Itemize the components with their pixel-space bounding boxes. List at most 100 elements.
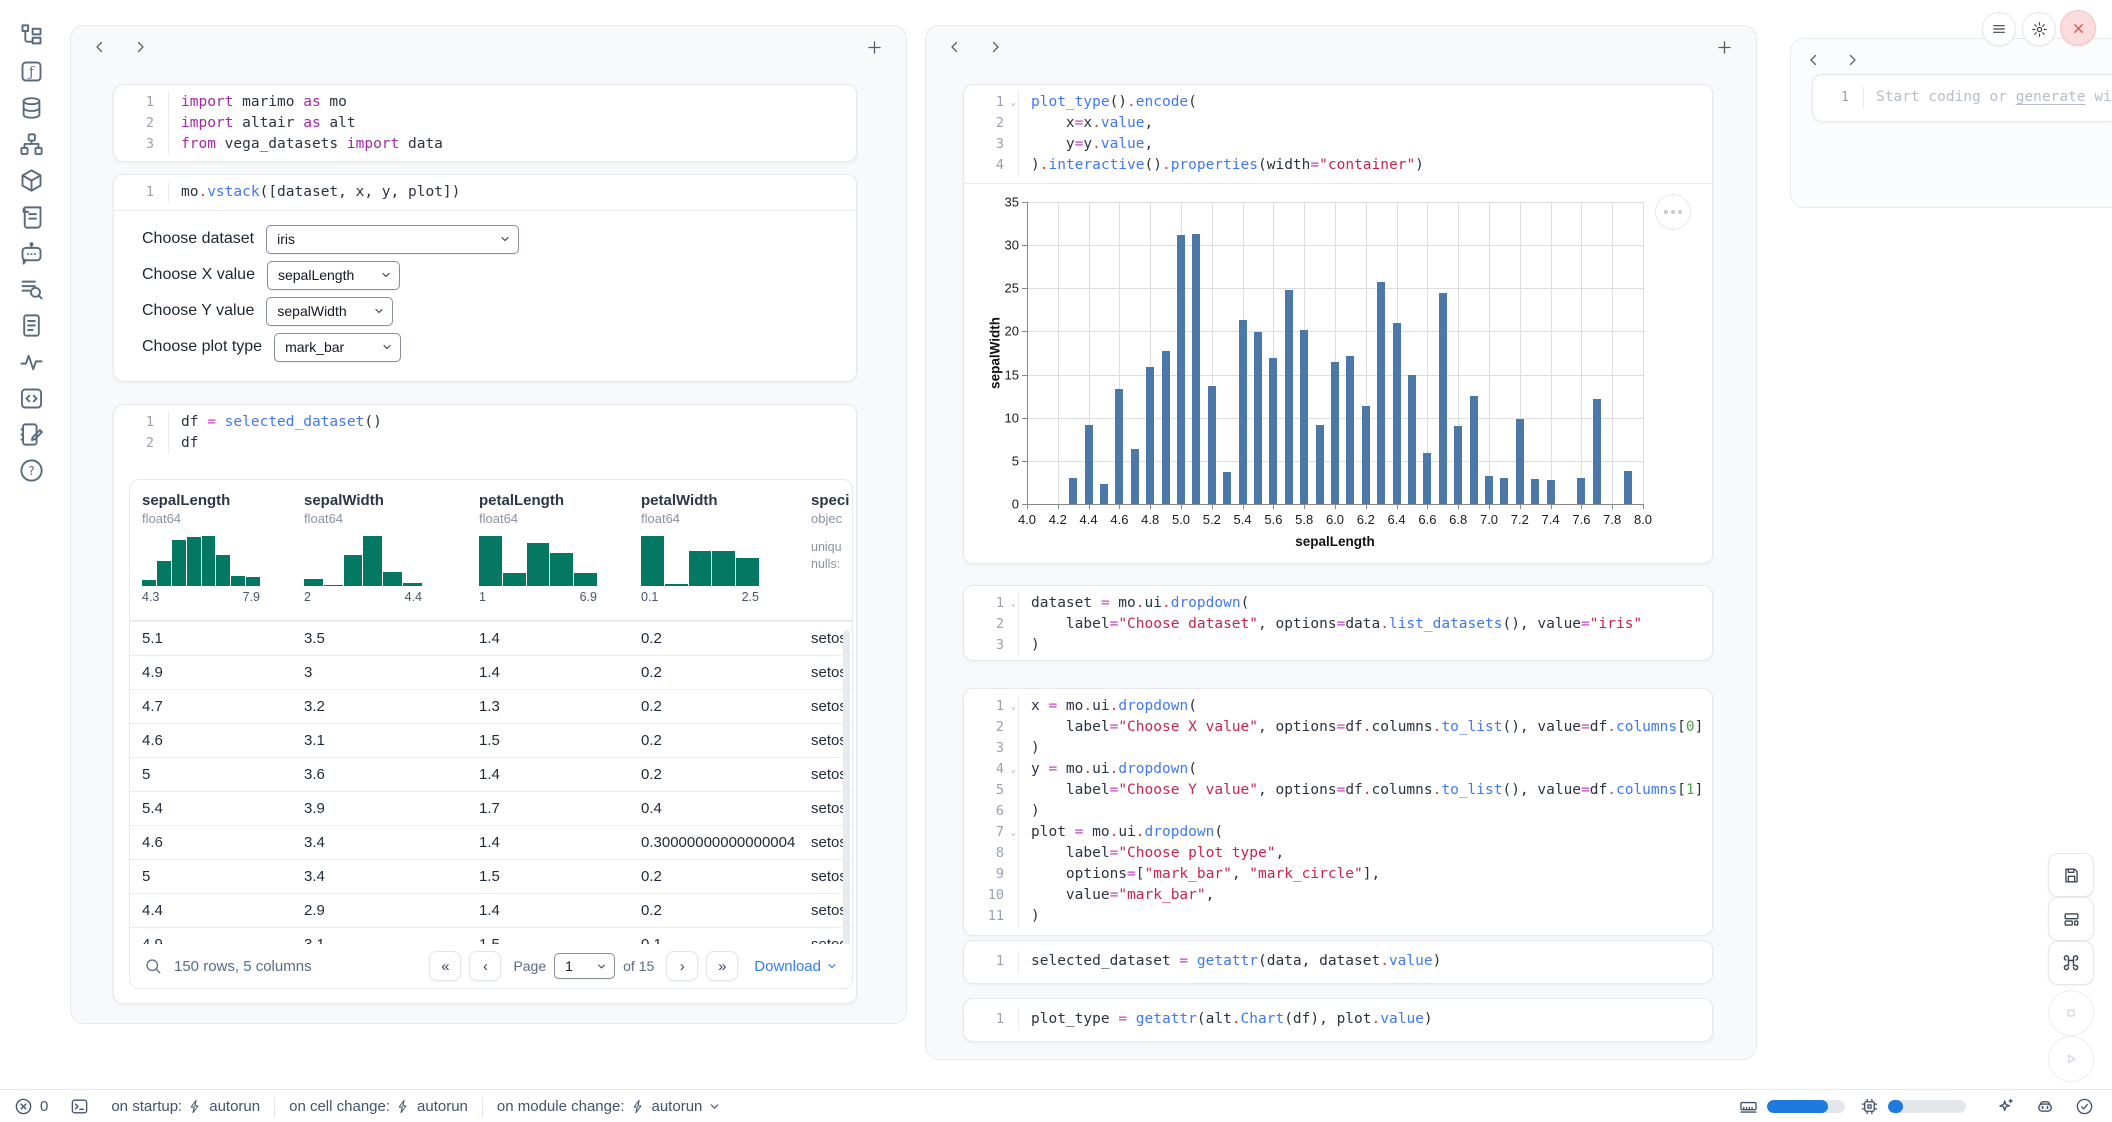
fold-chevron-icon[interactable]: ⌄ [1011, 760, 1016, 781]
chart-bar[interactable] [1516, 419, 1524, 504]
code-line[interactable]: 2 label="Choose dataset", options=data.l… [964, 614, 1712, 635]
panel-prev-icon[interactable] [1805, 51, 1823, 69]
chat-bot-icon[interactable] [18, 240, 45, 267]
code-line[interactable]: 3from vega_datasets import data [114, 134, 856, 155]
table-row[interactable]: 4.42.91.40.2setos [130, 893, 852, 927]
chart-bar[interactable] [1331, 362, 1339, 504]
close-icon[interactable] [2060, 10, 2096, 46]
code-line[interactable]: 1plot_type = getattr(alt.Chart(df), plot… [964, 1009, 1712, 1030]
chart-bar[interactable] [1146, 367, 1154, 504]
first-page-button[interactable]: « [429, 951, 461, 981]
code-line[interactable]: 2 label="Choose X value", options=df.col… [964, 717, 1712, 738]
table-row[interactable]: 4.63.41.40.30000000000000004setos [130, 825, 852, 859]
chart-bar[interactable] [1100, 484, 1108, 504]
connection-status-icon[interactable] [2075, 1097, 2094, 1116]
file-tree-icon[interactable] [18, 22, 45, 49]
code-line[interactable]: 9 options=["mark_bar", "mark_circle"], [964, 864, 1712, 885]
scratchpad-icon[interactable] [18, 421, 45, 448]
code-line[interactable]: 3 y=y.value, [964, 134, 1712, 155]
code-line[interactable]: 3) [964, 635, 1712, 656]
dropdown-select-sepalLength[interactable]: sepalLength [267, 261, 400, 290]
chart-bar[interactable] [1085, 425, 1093, 504]
function-icon[interactable]: ƒ [18, 58, 45, 85]
code-line[interactable]: 1import marimo as mo [114, 92, 856, 113]
chart-bar[interactable] [1239, 320, 1247, 504]
autorun-setting-1[interactable]: on startup:autorun [111, 1098, 260, 1115]
column-header[interactable]: speciobjecuniqunulls: [799, 480, 850, 620]
copilot-icon[interactable] [2035, 1097, 2055, 1117]
fold-chevron-icon[interactable]: ⌄ [1011, 697, 1016, 718]
code-line[interactable]: 1mo.vstack([dataset, x, y, plot]) [114, 182, 856, 203]
database-icon[interactable] [18, 95, 45, 122]
document-icon[interactable] [18, 312, 45, 339]
settings-gear-icon[interactable] [2022, 12, 2056, 46]
code-line[interactable]: 1⌄x = mo.ui.dropdown( [964, 696, 1712, 717]
chart-bar[interactable] [1408, 375, 1416, 504]
code-line[interactable]: 1⌄dataset = mo.ui.dropdown( [964, 593, 1712, 614]
scratchpad-cell[interactable]: 1 Start coding or generate with [1812, 74, 2112, 122]
stop-icon[interactable] [2048, 990, 2094, 1036]
chart-bar[interactable] [1454, 426, 1462, 504]
chart-bar[interactable] [1423, 453, 1431, 504]
cell-dataset-dropdown[interactable]: 1⌄dataset = mo.ui.dropdown(2 label="Choo… [963, 585, 1713, 661]
errors-indicator[interactable]: 0 [14, 1097, 48, 1116]
code-line[interactable]: 1⌄plot_type().encode( [964, 92, 1712, 113]
page-select[interactable]: 1 [554, 953, 615, 979]
run-icon[interactable] [2048, 1036, 2094, 1082]
download-button[interactable]: Download [754, 958, 838, 975]
autorun-setting-2[interactable]: on cell change:autorun [289, 1098, 468, 1115]
chart-bar[interactable] [1547, 480, 1555, 504]
table-row[interactable]: 53.61.40.2setos [130, 757, 852, 791]
chart-bar[interactable] [1162, 351, 1170, 504]
dropdown-select-sepalWidth[interactable]: sepalWidth [266, 297, 393, 326]
table-scrollbar[interactable] [843, 630, 850, 960]
chart-bar[interactable] [1177, 235, 1185, 504]
add-cell-icon[interactable] [1715, 38, 1734, 57]
help-icon[interactable]: ? [18, 457, 45, 484]
column-header[interactable]: sepalWidthfloat6424.4 [292, 480, 467, 620]
column-header[interactable]: petalLengthfloat6416.9 [467, 480, 629, 620]
add-cell-icon[interactable] [865, 38, 884, 57]
panel-next-icon[interactable] [1843, 51, 1861, 69]
menu-icon[interactable] [1982, 12, 2016, 46]
column-header[interactable]: petalWidthfloat640.12.5 [629, 480, 799, 620]
fold-chevron-icon[interactable]: ⌄ [1011, 93, 1016, 114]
cell-selected-dataset[interactable]: 1selected_dataset = getattr(data, datase… [963, 940, 1713, 984]
chart-bar[interactable] [1115, 389, 1123, 504]
code-line[interactable]: 2 x=x.value, [964, 113, 1712, 134]
dataframe-table[interactable]: sepalLengthfloat644.37.9sepalWidthfloat6… [129, 479, 853, 989]
chart-bar[interactable] [1593, 399, 1601, 504]
code-line[interactable]: 7⌄plot = mo.ui.dropdown( [964, 822, 1712, 843]
code-line[interactable]: 2import altair as alt [114, 113, 856, 134]
code-line[interactable]: 10 value="mark_bar", [964, 885, 1712, 906]
chart-bar[interactable] [1131, 449, 1139, 504]
save-icon[interactable] [2048, 853, 2094, 897]
table-row[interactable]: 5.43.91.70.4setos [130, 791, 852, 825]
code-line[interactable]: 4).interactive().properties(width="conta… [964, 155, 1712, 176]
chart-bar[interactable] [1254, 332, 1262, 504]
column-header[interactable]: sepalLengthfloat644.37.9 [130, 480, 292, 620]
table-row[interactable]: 4.73.21.30.2setos [130, 689, 852, 723]
panel-prev-icon[interactable] [946, 38, 964, 56]
script-icon[interactable] [18, 204, 45, 231]
cell-imports[interactable]: 1import marimo as mo2import altair as al… [113, 84, 857, 162]
cell-vstack[interactable]: 1mo.vstack([dataset, x, y, plot]) Choose… [113, 174, 857, 382]
code-line[interactable]: 11) [964, 906, 1712, 927]
chart-bar[interactable] [1069, 478, 1077, 504]
dropdown-select-mark_bar[interactable]: mark_bar [274, 333, 401, 362]
table-row[interactable]: 4.931.40.2setos [130, 655, 852, 689]
table-row[interactable]: 53.41.50.2setos [130, 859, 852, 893]
code-line[interactable]: 5 label="Choose Y value", options=df.col… [964, 780, 1712, 801]
code-line[interactable]: 1df = selected_dataset() [114, 412, 856, 433]
logs-search-icon[interactable] [18, 276, 45, 303]
code-snippet-icon[interactable] [18, 385, 45, 412]
chart-bar[interactable] [1531, 479, 1539, 504]
cell-plot-type[interactable]: 1plot_type = getattr(alt.Chart(df), plot… [963, 998, 1713, 1042]
chart-bar[interactable] [1439, 293, 1447, 504]
last-page-button[interactable]: » [706, 951, 738, 981]
chart-bar[interactable] [1346, 356, 1354, 504]
altair-bar-chart[interactable]: 4.04.24.44.64.85.05.25.45.65.86.06.26.46… [975, 190, 1681, 552]
layout-icon[interactable] [2048, 897, 2094, 941]
chart-bar[interactable] [1192, 234, 1200, 504]
tracing-icon[interactable] [18, 349, 45, 376]
